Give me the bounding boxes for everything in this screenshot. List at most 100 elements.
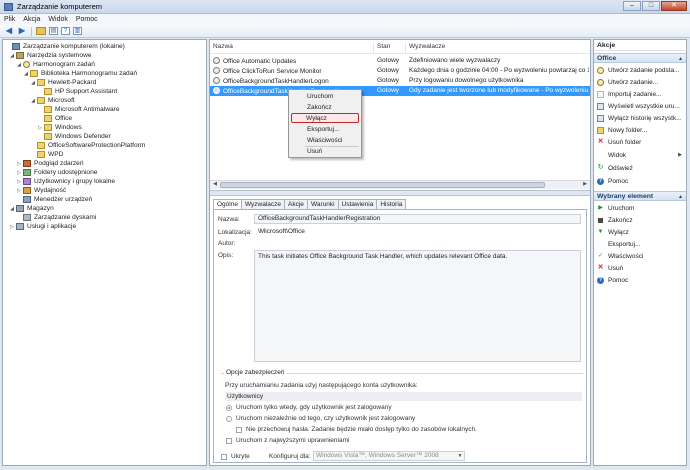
expand-icon[interactable]: ▷ [16,170,22,176]
show-hide-action-pane-icon[interactable]: ▥ [73,27,82,35]
table-row[interactable]: OfficeBackgroundTaskHandlerLogon Gotowy … [210,76,590,86]
collapse-icon[interactable]: ◢ [16,62,22,68]
action-label: Utwórz zadanie... [608,78,659,86]
hidden-checkbox[interactable] [221,454,227,460]
tab-triggers[interactable]: Wyzwalacze [240,199,286,209]
table-row-selected[interactable]: OfficeBackgroundTaskHandlerRegistration … [210,86,590,96]
table-row[interactable]: Office Automatic Updates Gotowy Zdefinio… [210,56,590,66]
menu-action[interactable]: Akcja [23,16,40,23]
action-display-running[interactable]: Wyświetl wszystkie uru... [597,101,685,111]
actions-section-office[interactable]: Office ▲ [594,53,686,63]
close-button[interactable]: ✕ [661,1,687,11]
tree-item-computer-management[interactable]: Zarządzanie komputerem (lokalne) [5,42,125,51]
tree-item-windows-defender[interactable]: Windows Defender [37,132,111,141]
tree-item-microsoft[interactable]: ◢ Microsoft [30,96,75,105]
context-menu-properties[interactable]: Właściwości [291,136,359,146]
collapse-icon[interactable]: ◢ [9,206,15,212]
action-end[interactable]: Zakończ [597,215,685,225]
tree-item-shared-folders[interactable]: ▷ Foldery udostępnione [16,168,97,177]
tree-item-system-tools[interactable]: ◢ Narzędzia systemowe [9,51,92,60]
collapse-icon[interactable]: ◢ [9,53,15,59]
action-import-task[interactable]: Importuj zadanie... [597,89,685,99]
expand-icon[interactable]: ▷ [16,179,22,185]
action-new-folder[interactable]: Nowy folder... [597,125,685,135]
do-not-store-password-checkbox[interactable] [236,427,242,433]
collapse-up-icon[interactable]: ▲ [678,54,683,64]
tree-item-wpd[interactable]: WPD [30,150,63,159]
context-menu-disable[interactable]: Wyłącz [291,113,359,123]
highest-privileges-checkbox[interactable] [226,438,232,444]
tree-item-hewlett-packard[interactable]: ◢ Hewlett-Packard [30,78,96,87]
collapse-icon[interactable]: ◢ [30,80,36,86]
context-menu-run[interactable]: Uruchom [291,92,359,102]
show-hide-tree-icon[interactable]: ▤ [49,27,58,35]
expand-icon[interactable]: ▷ [16,188,22,194]
action-delete[interactable]: ✕ Usuń [597,263,685,273]
horizontal-scrollbar[interactable]: ◀ ▶ [210,180,590,189]
action-view[interactable]: Widok ▶ [597,150,685,160]
name-field[interactable]: OfficeBackgroundTaskHandlerRegistration [254,214,581,224]
collapse-icon[interactable]: ◢ [30,98,36,104]
tree-item-office[interactable]: Office [37,114,72,123]
tree-item-disk-management[interactable]: Zarządzanie dyskami [16,213,96,222]
tree-item-local-users-groups[interactable]: ▷ Użytkownicy i grupy lokalne [16,177,115,186]
tree-item-performance[interactable]: ▷ Wydajność [16,186,66,195]
action-create-basic-task[interactable]: Utwórz zadanie podsta... [597,65,685,75]
action-refresh[interactable]: ↻ Odśwież [597,163,685,173]
context-menu-delete[interactable]: Usuń [291,147,359,157]
forward-arrow-icon[interactable]: ▶ [17,27,27,36]
tree-item-task-scheduler[interactable]: ◢ Harmonogram zadań [16,60,95,69]
action-label: Właściwości [608,252,644,260]
action-delete-folder[interactable]: ✕ Usuń folder [597,137,685,147]
menu-file[interactable]: Plik [4,16,15,23]
column-header-name[interactable]: Nazwa [210,43,374,53]
configure-for-select[interactable]: Windows Vista™, Windows Server™ 2008 ▼ [313,451,465,461]
tree-item-storage[interactable]: ◢ Magazyn [9,204,54,213]
tree-item-event-viewer[interactable]: ▷ Podgląd zdarzeń [16,159,84,168]
chevron-down-icon[interactable]: ▼ [456,452,464,460]
tab-history[interactable]: Historia [376,199,407,209]
up-folder-icon[interactable] [36,27,46,35]
tree-item-device-manager[interactable]: Menedżer urządzeń [16,195,92,204]
expand-icon[interactable]: ▷ [9,224,15,230]
action-create-task[interactable]: Utwórz zadanie... [597,77,685,87]
context-menu-end[interactable]: Zakończ [291,103,359,113]
tree-item-task-library[interactable]: ◢ Biblioteka Harmonogramu zadań [23,69,137,78]
collapse-up-icon[interactable]: ▲ [678,192,683,202]
help-icon[interactable]: ? [61,27,70,35]
action-help[interactable]: ? Pomoc [597,176,685,186]
table-row[interactable]: Office ClickToRun Service Monitor Gotowy… [210,66,590,76]
expand-icon[interactable]: ▷ [16,161,22,167]
expand-icon[interactable]: ▷ [37,125,43,131]
column-header-state[interactable]: Stan [374,43,406,53]
menu-view[interactable]: Widok [48,16,67,23]
tree-item-services-applications[interactable]: ▷ Usługi i aplikacje [9,222,76,231]
tab-settings[interactable]: Ustawienia [337,199,378,209]
action-run[interactable]: ▶ Uruchom [597,203,685,213]
run-whether-logged-radio[interactable] [226,416,232,422]
action-properties[interactable]: ✓ Właściwości [597,251,685,261]
menu-help[interactable]: Pomoc [76,16,98,23]
context-menu-export[interactable]: Eksportuj... [291,125,359,135]
scroll-right-icon[interactable]: ▶ [581,181,589,189]
column-header-triggers[interactable]: Wyzwalacze [406,43,590,53]
run-only-logged-radio[interactable] [226,405,232,411]
tree-item-windows[interactable]: ▷ Windows [37,123,82,132]
collapse-icon[interactable]: ◢ [23,71,29,77]
description-field[interactable]: This task initiates Office Background Ta… [254,250,581,362]
scrollbar-thumb[interactable] [220,182,545,188]
tab-conditions[interactable]: Warunki [306,199,339,209]
tree-item-microsoft-antimalware[interactable]: Microsoft Antimalware [37,105,120,114]
minimize-button[interactable]: – [623,1,641,11]
action-export[interactable]: Eksportuj... [597,239,685,249]
action-disable[interactable]: ▼ Wyłącz [597,227,685,237]
back-arrow-icon[interactable]: ◀ [4,27,14,36]
scroll-left-icon[interactable]: ◀ [211,181,219,189]
maximize-button[interactable]: □ [642,1,660,11]
action-help-selected[interactable]: ? Pomoc [597,275,685,285]
tab-actions[interactable]: Akcje [284,199,308,209]
action-disable-history[interactable]: Wyłącz historię wszystk... [597,113,685,123]
tree-item-office-software-protection[interactable]: OfficeSoftwareProtectionPlatform [30,141,145,150]
tree-item-hp-support-assistant[interactable]: HP Support Assistant [37,87,117,96]
actions-section-selected-item[interactable]: Wybrany element ▲ [594,191,686,201]
